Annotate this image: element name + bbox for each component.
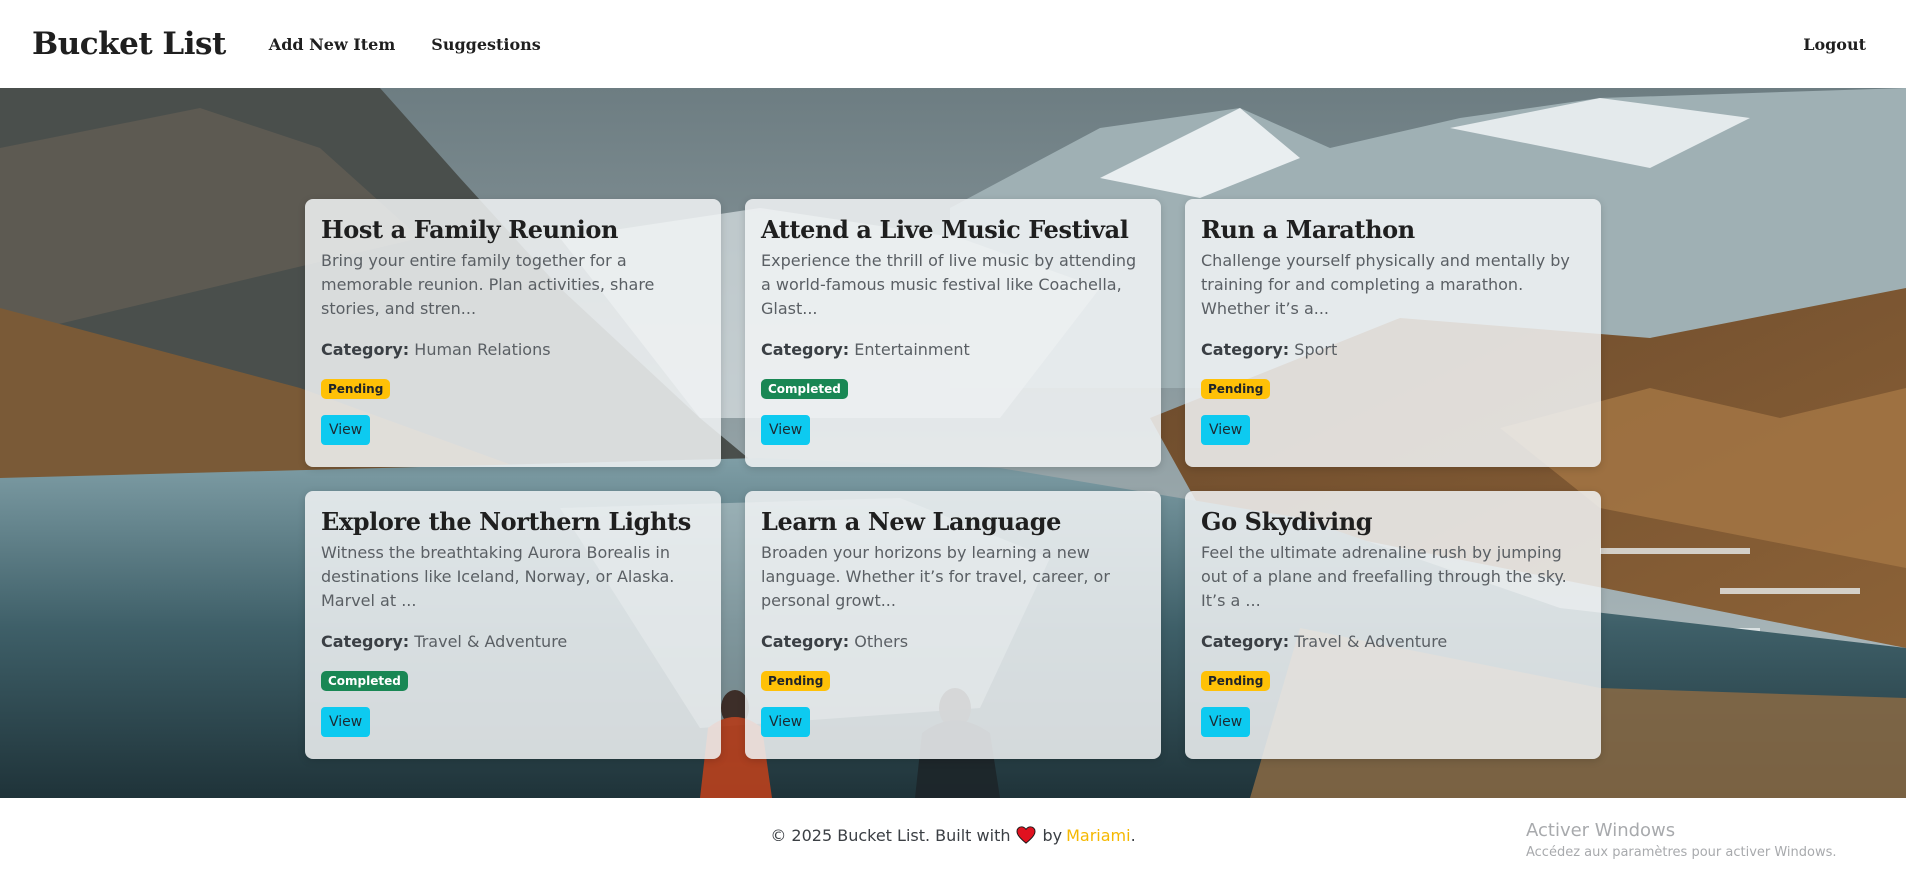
status-badge: Pending xyxy=(1201,379,1271,399)
card-description: Broaden your horizons by learning a new … xyxy=(761,543,1110,610)
nav-suggestions[interactable]: Suggestions xyxy=(431,35,541,54)
hero-background: Host a Family Reunion Bring your entire … xyxy=(0,88,1906,798)
bucket-item-card: Host a Family Reunion Bring your entire … xyxy=(305,199,721,467)
card-category: Category: Travel & Adventure xyxy=(321,630,705,654)
nav-logout[interactable]: Logout xyxy=(1803,35,1866,54)
card-title: Host a Family Reunion xyxy=(321,215,619,244)
status-badge: Pending xyxy=(761,671,831,691)
heart-icon xyxy=(1016,826,1036,844)
navbar: Bucket List Add New Item Suggestions Log… xyxy=(0,0,1906,88)
footer-text: © 2025 Bucket List. Built with by Mariam… xyxy=(770,826,1135,845)
bucket-item-card: Go Skydiving Feel the ultimate adrenalin… xyxy=(1185,491,1601,759)
brand-logo[interactable]: Bucket List xyxy=(32,26,226,62)
author-link[interactable]: Mariami xyxy=(1066,826,1130,845)
view-button[interactable]: View xyxy=(761,707,811,737)
footer-copyright: © 2025 Bucket List. Built with xyxy=(770,825,1011,845)
watermark-title: Activer Windows xyxy=(1526,820,1676,841)
card-category: Category: Sport xyxy=(1201,338,1585,362)
windows-activation-watermark: Activer Windows Accédez aux paramètres p… xyxy=(1526,820,1837,862)
category-value: Sport xyxy=(1294,340,1338,359)
footer-suffix: . xyxy=(1130,825,1136,845)
view-button[interactable]: View xyxy=(321,707,371,737)
category-label: Category: xyxy=(321,632,410,651)
footer-by: by xyxy=(1042,825,1063,845)
card-category: Category: Travel & Adventure xyxy=(1201,630,1585,654)
card-description: Experience the thrill of live music by a… xyxy=(761,251,1137,318)
category-value: Others xyxy=(854,632,909,651)
view-button[interactable]: View xyxy=(1201,415,1251,445)
card-category: Category: Human Relations xyxy=(321,338,705,362)
category-value: Human Relations xyxy=(414,340,551,359)
category-value: Travel & Adventure xyxy=(1294,632,1448,651)
category-label: Category: xyxy=(1201,632,1290,651)
bucket-item-card: Explore the Northern Lights Witness the … xyxy=(305,491,721,759)
card-description: Challenge yourself physically and mental… xyxy=(1201,251,1570,318)
card-title: Go Skydiving xyxy=(1201,507,1373,536)
category-label: Category: xyxy=(761,340,850,359)
card-title: Learn a New Language xyxy=(761,507,1061,536)
category-value: Travel & Adventure xyxy=(414,632,568,651)
status-badge: Pending xyxy=(1201,671,1271,691)
bucket-item-card: Attend a Live Music Festival Experience … xyxy=(745,199,1161,467)
nav-add-new-item[interactable]: Add New Item xyxy=(269,35,396,54)
category-label: Category: xyxy=(1201,340,1290,359)
category-label: Category: xyxy=(761,632,850,651)
card-title: Explore the Northern Lights xyxy=(321,507,691,536)
view-button[interactable]: View xyxy=(761,415,811,445)
card-description: Witness the breathtaking Aurora Borealis… xyxy=(321,543,675,610)
card-title: Attend a Live Music Festival xyxy=(761,215,1129,244)
card-description: Feel the ultimate adrenaline rush by jum… xyxy=(1201,543,1567,610)
card-title: Run a Marathon xyxy=(1201,215,1415,244)
status-badge: Completed xyxy=(321,671,408,691)
card-category: Category: Entertainment xyxy=(761,338,1145,362)
bucket-item-card: Learn a New Language Broaden your horizo… xyxy=(745,491,1161,759)
bucket-item-card: Run a Marathon Challenge yourself physic… xyxy=(1185,199,1601,467)
watermark-subtitle: Accédez aux paramètres pour activer Wind… xyxy=(1526,845,1837,860)
status-badge: Pending xyxy=(321,379,391,399)
category-label: Category: xyxy=(321,340,410,359)
view-button[interactable]: View xyxy=(321,415,371,445)
status-badge: Completed xyxy=(761,379,848,399)
card-description: Bring your entire family together for a … xyxy=(321,251,655,318)
view-button[interactable]: View xyxy=(1201,707,1251,737)
category-value: Entertainment xyxy=(854,340,970,359)
card-category: Category: Others xyxy=(761,630,1145,654)
bucket-list-grid: Host a Family Reunion Bring your entire … xyxy=(305,199,1601,759)
